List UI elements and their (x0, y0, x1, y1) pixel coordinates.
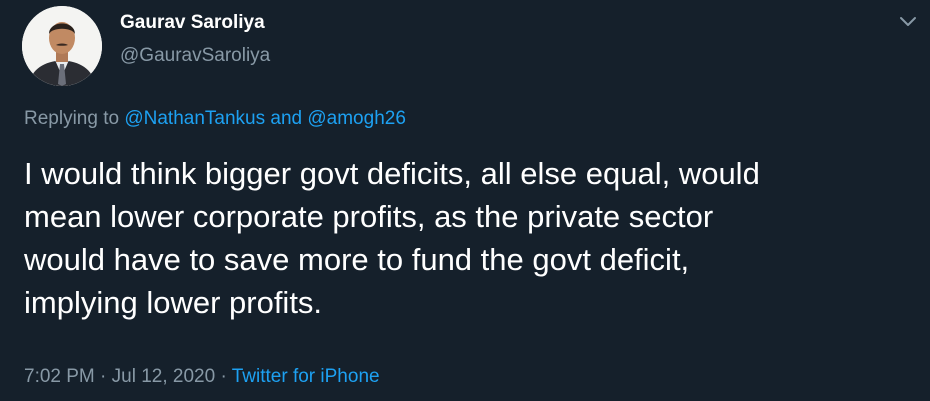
mention-link-nathantankus[interactable]: @NathanTankus (124, 108, 265, 129)
avatar[interactable] (22, 6, 102, 86)
mention-link-amogh26[interactable]: @amogh26 (307, 108, 406, 129)
tweet-source-link[interactable]: Twitter for iPhone (232, 366, 380, 387)
reply-context-prefix: Replying to (24, 108, 125, 129)
tweet-date[interactable]: Jul 12, 2020 (112, 366, 216, 387)
tweet-menu-button[interactable] (896, 12, 920, 32)
author-display-name[interactable]: Gaurav Saroliya (120, 12, 265, 34)
author-handle[interactable]: @GauravSaroliya (120, 45, 270, 67)
profile-photo-icon (22, 6, 102, 86)
meta-separator: · (215, 366, 232, 387)
reply-context: Replying to @NathanTankus and @amogh26 (24, 108, 406, 130)
meta-separator: · (94, 366, 112, 387)
chevron-down-icon (900, 17, 916, 26)
tweet-time[interactable]: 7:02 PM (24, 366, 95, 387)
tweet-text: I would think bigger govt deficits, all … (24, 156, 760, 320)
tweet-card: Gaurav Saroliya @GauravSaroliya Replying… (0, 0, 930, 401)
reply-context-joiner: and (265, 108, 308, 129)
tweet-meta: 7:02 PM · Jul 12, 2020 · Twitter for iPh… (24, 366, 380, 388)
